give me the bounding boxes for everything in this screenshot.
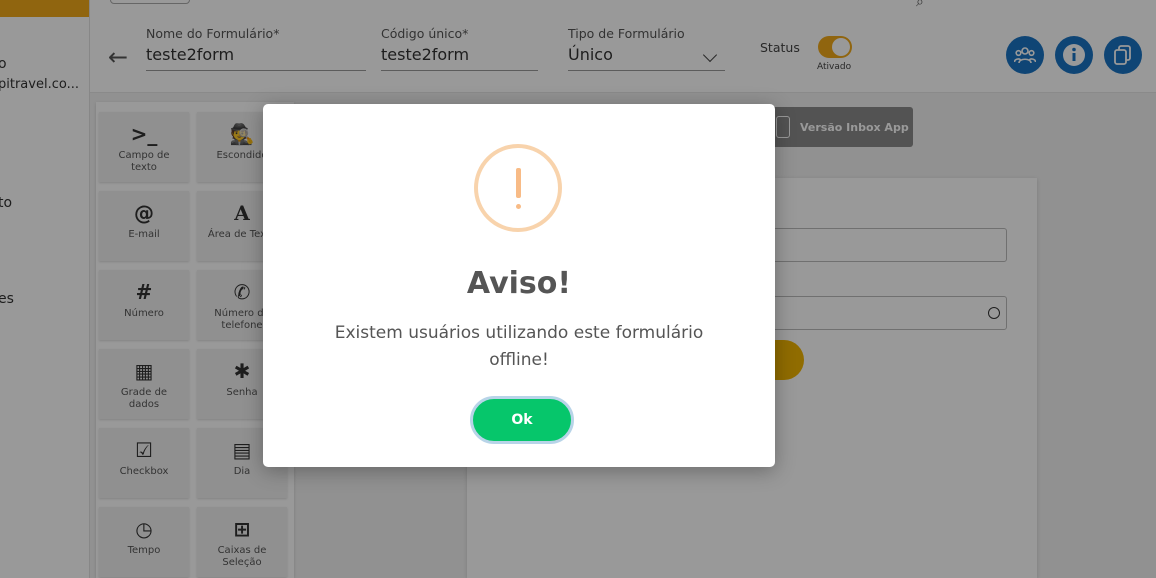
dialog-message: Existem usuários utilizando este formulá… [334, 323, 704, 370]
dialog-title: Aviso! [466, 266, 572, 301]
exclamation-bar [516, 168, 521, 198]
exclamation-dot [516, 204, 521, 209]
ok-button[interactable]: Ok [470, 396, 574, 444]
exclamation-icon [474, 144, 562, 232]
warning-dialog: Aviso! Existem usuários utilizando este … [263, 104, 775, 467]
